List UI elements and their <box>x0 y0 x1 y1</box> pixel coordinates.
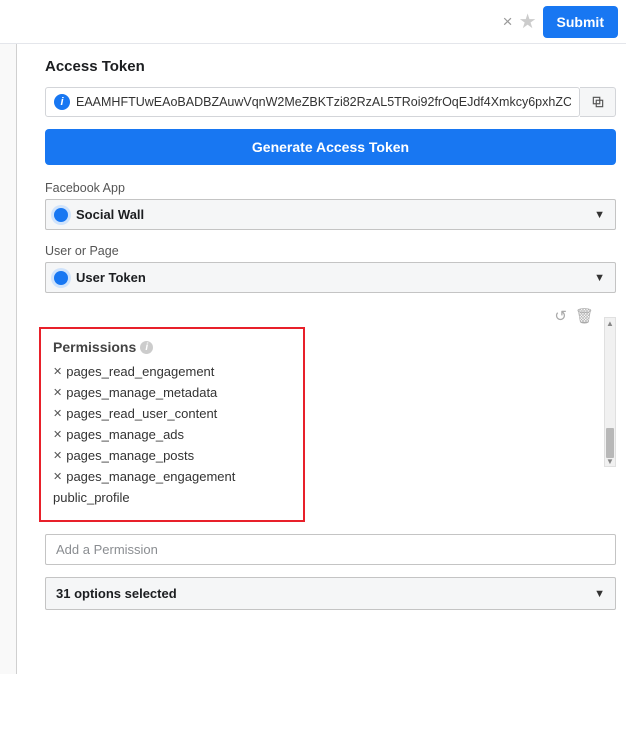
access-token-title: Access Token <box>45 58 616 75</box>
permission-item: ✕ pages_manage_ads <box>53 424 291 445</box>
remove-permission-icon[interactable]: ✕ <box>53 428 62 441</box>
access-token-input[interactable]: i EAAMHFTUwEAoBADBZAuwVqnW2MeZBKTzi82RzA… <box>45 87 580 117</box>
permission-item: ✕ pages_read_engagement <box>53 361 291 382</box>
scroll-down-icon[interactable]: ▼ <box>605 456 615 466</box>
user-or-page-select[interactable]: User Token ▼ <box>45 262 616 293</box>
permission-name: pages_manage_ads <box>66 427 184 442</box>
permissions-highlight-box: Permissions i ✕ pages_read_engagement ✕ pag… <box>39 327 305 522</box>
chevron-down-icon: ▼ <box>594 588 605 600</box>
scrollbar-thumb[interactable] <box>606 428 614 458</box>
permission-item: public_profile <box>53 487 291 508</box>
remove-permission-icon[interactable]: ✕ <box>53 470 62 483</box>
add-permission-input[interactable]: Add a Permission <box>45 534 616 565</box>
copy-button[interactable] <box>580 87 616 117</box>
remove-permission-icon[interactable]: ✕ <box>53 449 62 462</box>
user-or-page-label: User or Page <box>45 244 616 258</box>
star-icon[interactable]: ★ <box>519 12 537 32</box>
generate-access-token-button[interactable]: Generate Access Token <box>45 129 616 165</box>
radio-dot-icon <box>54 208 68 222</box>
permission-item: ✕ pages_manage_metadata <box>53 382 291 403</box>
permission-name: pages_manage_posts <box>66 448 194 463</box>
permission-item: ✕ pages_manage_posts <box>53 445 291 466</box>
chevron-down-icon: ▼ <box>594 272 605 284</box>
permission-name: pages_read_engagement <box>66 364 214 379</box>
info-icon[interactable]: i <box>54 94 70 110</box>
remove-permission-icon[interactable]: ✕ <box>53 386 62 399</box>
main-content: Access Token i EAAMHFTUwEAoBADBZAuwVqnW2… <box>29 44 626 738</box>
facebook-app-selected: Social Wall <box>76 207 594 222</box>
facebook-app-label: Facebook App <box>45 181 616 195</box>
access-token-value: EAAMHFTUwEAoBADBZAuwVqnW2MeZBKTzi82RzAL5… <box>76 95 571 109</box>
permission-name: public_profile <box>53 490 130 505</box>
submit-button[interactable]: Submit <box>543 6 618 38</box>
permission-name: pages_manage_engagement <box>66 469 235 484</box>
permission-item: ✕ pages_manage_engagement <box>53 466 291 487</box>
permission-name: pages_manage_metadata <box>66 385 217 400</box>
copy-icon <box>591 95 605 109</box>
permission-name: pages_read_user_content <box>66 406 217 421</box>
remove-permission-icon[interactable]: ✕ <box>53 365 62 378</box>
permissions-list: ✕ pages_read_engagement ✕ pages_manage_meta… <box>53 361 291 508</box>
radio-dot-icon <box>54 271 68 285</box>
options-selected-label: 31 options selected <box>56 586 177 601</box>
undo-icon[interactable]: ↺ <box>554 307 567 325</box>
permissions-title: Permissions i <box>53 339 291 355</box>
remove-permission-icon[interactable]: ✕ <box>53 407 62 420</box>
trash-icon[interactable]: 🗑 <box>575 307 594 325</box>
collapsed-sidebar[interactable] <box>0 44 17 674</box>
permission-item: ✕ pages_read_user_content <box>53 403 291 424</box>
chevron-down-icon: ▼ <box>594 209 605 221</box>
top-bar: × ★ Submit <box>0 0 626 44</box>
help-icon[interactable]: i <box>140 341 153 354</box>
scrollbar-vertical[interactable]: ▲ ▼ <box>604 317 616 467</box>
close-icon[interactable]: × <box>503 13 513 30</box>
user-or-page-selected: User Token <box>76 270 594 285</box>
scroll-up-icon[interactable]: ▲ <box>605 318 615 328</box>
options-selected-dropdown[interactable]: 31 options selected ▼ <box>45 577 616 610</box>
facebook-app-select[interactable]: Social Wall ▼ <box>45 199 616 230</box>
